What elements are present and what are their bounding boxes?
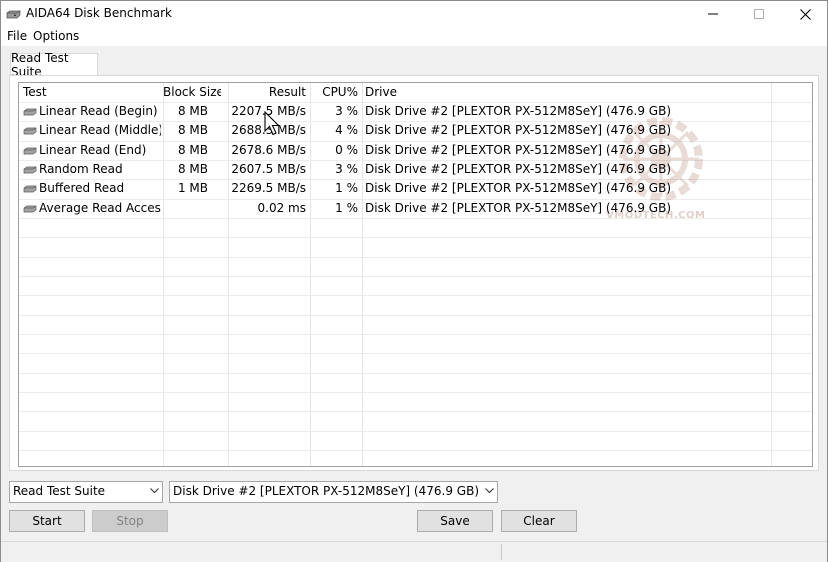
row-drive: Disk Drive #2 [PLEXTOR PX-512M8SeY] (476… [365, 104, 671, 118]
row-block-size [163, 199, 208, 218]
row-result: 2269.5 MB/s [231, 181, 306, 195]
row-cpu: 1 % [335, 181, 358, 195]
row-result: 2678.6 MB/s [231, 143, 306, 157]
drive-select-value: Disk Drive #2 [PLEXTOR PX-512M8SeY] (476… [173, 484, 479, 498]
row-test: Linear Read (Middle) [39, 123, 161, 137]
header-test[interactable]: Test [23, 83, 159, 102]
row-divider [19, 315, 812, 316]
row-block-size: 1 MB [177, 181, 208, 195]
disk-drive-icon [23, 108, 37, 116]
row-test: Buffered Read [39, 181, 125, 195]
header-result[interactable]: Result [228, 83, 306, 102]
row-divider [19, 392, 812, 393]
row-divider [19, 431, 812, 432]
disk-drive-icon [23, 166, 37, 174]
row-block-size: 8 MB [177, 104, 208, 118]
disk-drive-icon [23, 205, 37, 213]
header-cpu[interactable]: CPU% [310, 83, 358, 102]
header-block-size[interactable]: Block Size [163, 83, 221, 102]
menu-options[interactable]: Options [33, 29, 79, 43]
tab-strip: Read Test Suite [1, 46, 827, 79]
minimize-button[interactable] [690, 1, 736, 27]
results-panel: VMODTECH.COM Test Block Size Result CPU%… [9, 75, 819, 471]
close-icon [799, 8, 811, 20]
row-divider [19, 353, 812, 354]
menu-file[interactable]: File [7, 29, 27, 43]
row-block-size: 8 MB [177, 143, 208, 157]
row-divider [19, 373, 812, 374]
close-button[interactable] [782, 1, 828, 27]
start-button[interactable]: Start [9, 510, 85, 532]
window-title: AIDA64 Disk Benchmark [26, 6, 173, 20]
row-block-size: 8 MB [177, 162, 208, 176]
title-bar[interactable]: AIDA64 Disk Benchmark [1, 1, 827, 27]
disk-drive-icon [6, 10, 21, 19]
maximize-button[interactable] [736, 1, 782, 27]
status-bar [1, 541, 827, 562]
stop-button[interactable]: Stop [92, 510, 168, 532]
row-divider [19, 411, 812, 412]
test-suite-select-value: Read Test Suite [13, 484, 106, 498]
clear-button[interactable]: Clear [501, 510, 577, 532]
menu-bar: File Options [1, 27, 827, 46]
benchmark-window: AIDA64 Disk Benchmark File Options Read … [0, 0, 828, 562]
row-divider [19, 237, 812, 238]
row-cpu: 0 % [335, 143, 358, 157]
row-divider [19, 295, 812, 296]
minimize-icon [708, 13, 718, 15]
disk-drive-icon [23, 185, 37, 193]
chevron-down-icon [485, 488, 494, 494]
row-test: Average Read Access [39, 201, 161, 215]
row-drive: Disk Drive #2 [PLEXTOR PX-512M8SeY] (476… [365, 143, 671, 157]
mouse-cursor-icon [264, 111, 280, 136]
row-test: Random Read [39, 162, 123, 176]
row-divider [19, 276, 812, 277]
row-divider [19, 257, 812, 258]
row-drive: Disk Drive #2 [PLEXTOR PX-512M8SeY] (476… [365, 201, 671, 215]
results-table[interactable]: VMODTECH.COM Test Block Size Result CPU%… [18, 82, 813, 467]
row-cpu: 3 % [335, 162, 358, 176]
drive-select[interactable]: Disk Drive #2 [PLEXTOR PX-512M8SeY] (476… [169, 481, 498, 503]
save-button[interactable]: Save [417, 510, 493, 532]
tab-read-test-suite[interactable]: Read Test Suite [10, 51, 98, 79]
row-cpu: 4 % [335, 123, 358, 137]
row-cpu: 1 % [335, 201, 358, 215]
row-block-size: 8 MB [177, 123, 208, 137]
header-drive[interactable]: Drive [365, 83, 765, 102]
row-drive: Disk Drive #2 [PLEXTOR PX-512M8SeY] (476… [365, 162, 671, 176]
row-result: 2607.5 MB/s [231, 162, 306, 176]
row-divider [19, 450, 812, 451]
status-bar-divider [501, 544, 502, 560]
row-test: Linear Read (End) [39, 143, 147, 157]
maximize-icon [754, 9, 764, 19]
row-result: 0.02 ms [257, 201, 306, 215]
disk-drive-icon [23, 127, 37, 135]
row-cpu: 3 % [335, 104, 358, 118]
test-suite-select[interactable]: Read Test Suite [9, 481, 163, 503]
row-drive: Disk Drive #2 [PLEXTOR PX-512M8SeY] (476… [365, 123, 671, 137]
row-divider [19, 334, 812, 335]
row-drive: Disk Drive #2 [PLEXTOR PX-512M8SeY] (476… [365, 181, 671, 195]
row-test: Linear Read (Begin) [39, 104, 158, 118]
chevron-down-icon [150, 488, 159, 494]
disk-drive-icon [23, 147, 37, 155]
